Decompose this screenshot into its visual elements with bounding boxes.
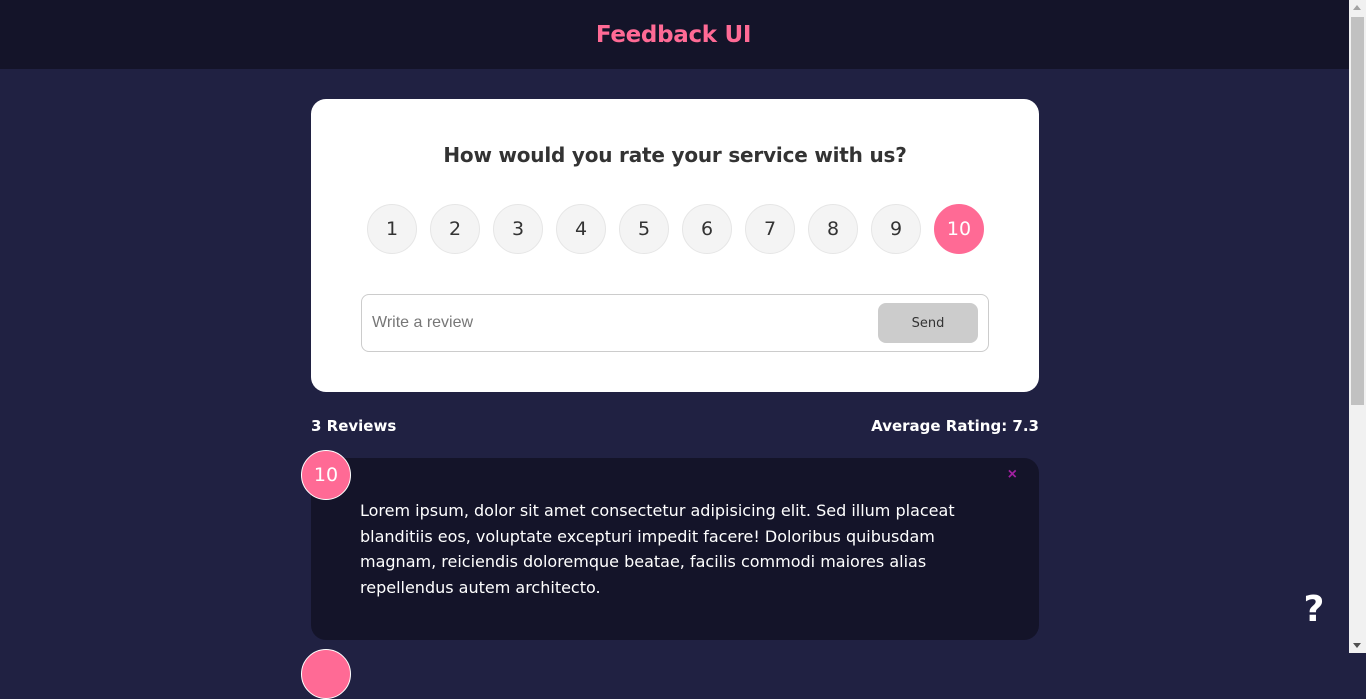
feedback-stats: 3 Reviews Average Rating: 7.3 <box>311 414 1039 438</box>
review-input-group: Send <box>361 294 989 352</box>
rating-option-6[interactable]: 6 <box>682 204 732 254</box>
close-icon[interactable]: × <box>1008 466 1017 484</box>
scroll-up-arrow-icon[interactable] <box>1353 5 1361 10</box>
rating-option-8[interactable]: 8 <box>808 204 858 254</box>
app-title: Feedback UI <box>595 21 752 48</box>
send-button[interactable]: Send <box>878 303 978 343</box>
scrollbar-thumb[interactable] <box>1351 17 1364 405</box>
rating-option-5[interactable]: 5 <box>619 204 669 254</box>
review-card: 10 × Lorem ipsum, dolor sit amet consect… <box>301 450 1039 640</box>
app-header: Feedback UI <box>0 0 1349 69</box>
rating-option-1[interactable]: 1 <box>367 204 417 254</box>
average-rating: Average Rating: 7.3 <box>871 417 1039 435</box>
review-rating-badge: 10 <box>301 450 351 500</box>
rating-option-3[interactable]: 3 <box>493 204 543 254</box>
rating-option-2[interactable]: 2 <box>430 204 480 254</box>
rating-question: How would you rate your service with us? <box>443 143 907 167</box>
rating-selector: 1 2 3 4 5 6 7 8 9 10 <box>367 204 984 254</box>
review-rating-badge-next <box>301 649 351 699</box>
rating-option-9[interactable]: 9 <box>871 204 921 254</box>
page-scrollbar[interactable] <box>1349 0 1366 653</box>
rating-option-4[interactable]: 4 <box>556 204 606 254</box>
feedback-form-card: How would you rate your service with us?… <box>311 99 1039 392</box>
rating-option-10[interactable]: 10 <box>934 204 984 254</box>
help-icon[interactable]: ? <box>1299 590 1329 630</box>
review-input[interactable] <box>372 314 878 332</box>
review-text: Lorem ipsum, dolor sit amet consectetur … <box>360 501 955 597</box>
rating-option-7[interactable]: 7 <box>745 204 795 254</box>
scroll-down-arrow-icon[interactable] <box>1353 643 1361 648</box>
reviews-count: 3 Reviews <box>311 417 397 435</box>
